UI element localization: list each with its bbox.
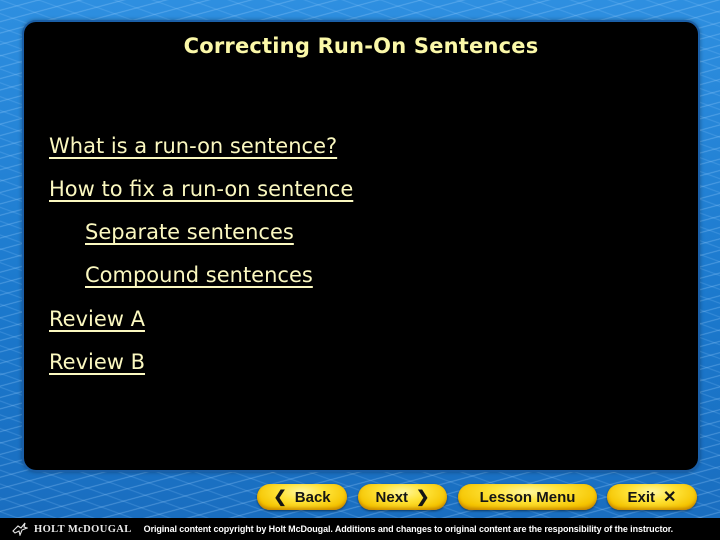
link-how-to-fix[interactable]: How to fix a run-on sentence	[49, 177, 353, 201]
next-button[interactable]: Next ❯	[358, 484, 447, 510]
exit-button[interactable]: Exit ✕	[607, 484, 697, 510]
brand-name: HOLT McDOUGAL	[34, 523, 132, 535]
copyright-notice: Original content copyright by Holt McDou…	[143, 524, 674, 534]
content-panel: Correcting Run-On Sentences What is a ru…	[24, 22, 698, 470]
link-what-is-run-on[interactable]: What is a run-on sentence?	[49, 134, 337, 158]
chevron-right-icon: ❯	[416, 489, 430, 506]
link-separate-sentences[interactable]: Separate sentences	[85, 220, 294, 244]
next-label: Next	[375, 488, 409, 506]
chevron-left-icon: ❮	[273, 489, 287, 506]
link-review-b[interactable]: Review B	[49, 350, 145, 374]
back-label: Back	[294, 488, 331, 506]
holt-logo-icon	[12, 522, 28, 536]
back-button[interactable]: ❮ Back	[257, 484, 347, 510]
lesson-menu-label: Lesson Menu	[479, 488, 576, 506]
slide-title: Correcting Run-On Sentences	[183, 34, 539, 58]
link-compound-sentences[interactable]: Compound sentences	[85, 263, 313, 287]
lesson-menu-button[interactable]: Lesson Menu	[458, 484, 597, 510]
exit-label: Exit	[627, 488, 656, 506]
link-review-a[interactable]: Review A	[49, 307, 145, 331]
close-icon: ✕	[663, 489, 677, 506]
footer: HOLT McDOUGAL Original content copyright…	[0, 518, 720, 540]
